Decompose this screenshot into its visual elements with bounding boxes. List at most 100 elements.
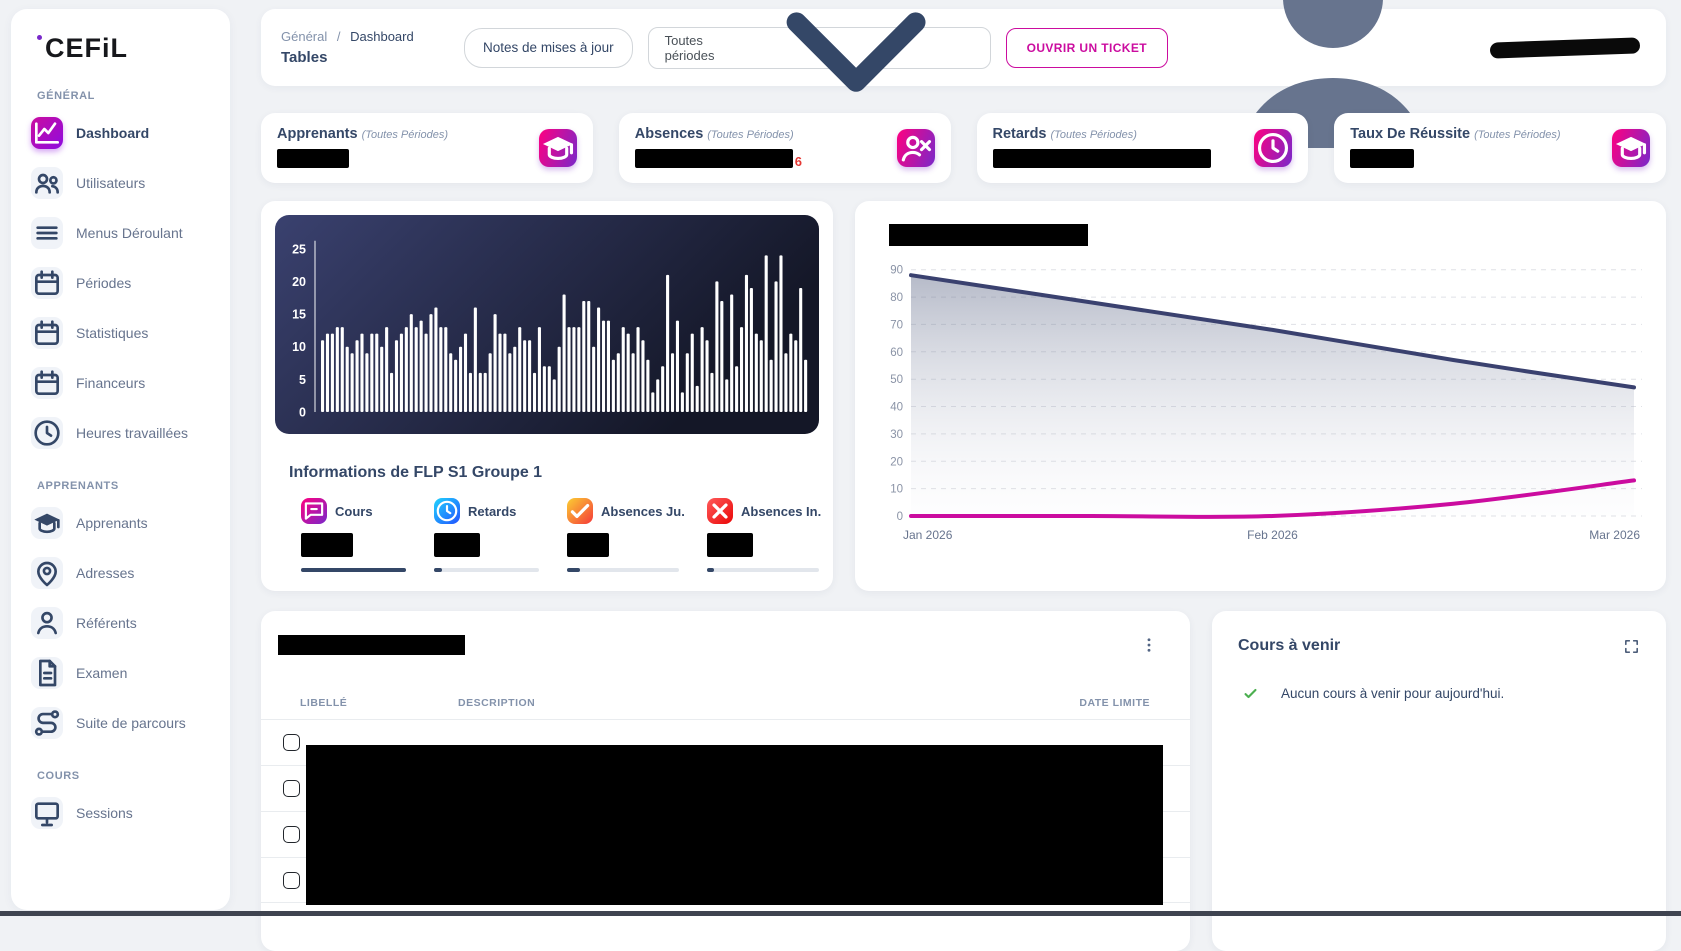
stat-sublabel: (Toutes Périodes) <box>707 129 793 141</box>
bar-chart-svg: 0510152025 <box>275 215 819 434</box>
stat-label: Taux De Réussite(Toutes Périodes) <box>1350 126 1560 142</box>
row-checkbox[interactable] <box>283 734 300 751</box>
svg-text:20: 20 <box>890 456 903 468</box>
users-icon <box>31 167 63 199</box>
metric-label: Absences Ju. <box>601 504 685 519</box>
breadcrumb-root[interactable]: Général <box>281 29 327 44</box>
kebab-menu-icon[interactable] <box>1140 636 1158 654</box>
clock-icon <box>434 498 460 524</box>
sidebar-item-apprenants[interactable]: Apprenants <box>23 502 218 544</box>
breadcrumb-separator: / <box>337 29 341 44</box>
metric-absences-in: Absences In. <box>707 498 819 572</box>
sidebar-item-adresses[interactable]: Adresses <box>23 552 218 594</box>
metric-progress <box>567 568 679 572</box>
svg-text:25: 25 <box>292 242 306 256</box>
svg-text:0: 0 <box>897 511 903 523</box>
sidebar-item-label: Menus Déroulant <box>76 225 183 241</box>
sidebar-section-cours: COURS <box>37 770 218 782</box>
check-icon <box>567 498 593 524</box>
main-content: Général / Dashboard Tables Notes de mise… <box>261 9 1666 951</box>
column-description: DESCRIPTION <box>458 697 1079 709</box>
clock-icon <box>1254 129 1292 167</box>
period-select[interactable]: Toutes périodes <box>648 27 991 69</box>
upcoming-empty-state: Aucun cours à venir pour aujourd'hui. <box>1238 685 1640 702</box>
sidebar-item-periodes[interactable]: Périodes <box>23 262 218 304</box>
graduation-icon <box>1612 129 1650 167</box>
svg-text:0: 0 <box>299 406 306 420</box>
sidebar-item-examen[interactable]: Examen <box>23 652 218 694</box>
stat-label: Retards(Toutes Périodes) <box>993 126 1211 142</box>
svg-text:60: 60 <box>890 347 903 359</box>
redacted-table-title <box>278 635 465 655</box>
sidebar-item-label: Dashboard <box>76 125 149 141</box>
sidebar-item-utilisateurs[interactable]: Utilisateurs <box>23 162 218 204</box>
sidebar-item-heures-travaillees[interactable]: Heures travaillées <box>23 412 218 454</box>
sidebar-item-label: Heures travaillées <box>76 425 188 441</box>
svg-text:10: 10 <box>292 340 306 354</box>
svg-text:5: 5 <box>299 373 306 387</box>
metric-progress-fill <box>301 568 406 572</box>
sidebar-item-financeurs[interactable]: Financeurs <box>23 362 218 404</box>
metric-progress-fill <box>707 568 714 572</box>
redacted-metric-value <box>707 533 753 557</box>
svg-text:40: 40 <box>890 402 903 414</box>
svg-text:80: 80 <box>890 292 903 304</box>
calendar-icon <box>31 267 63 299</box>
breadcrumb-current[interactable]: Dashboard <box>350 29 414 44</box>
open-ticket-button[interactable]: OUVRIR UN TICKET <box>1006 28 1168 68</box>
chart-line-icon <box>31 117 63 149</box>
metric-label: Absences In. <box>741 504 821 519</box>
redacted-stat-value <box>635 149 793 168</box>
sidebar-item-suite-de-parcours[interactable]: Suite de parcours <box>23 702 218 744</box>
graduation-icon <box>539 129 577 167</box>
sidebar-item-referents[interactable]: Référents <box>23 602 218 644</box>
stat-value <box>1350 149 1560 168</box>
charts-row: 0510152025 Informations de FLP S1 Groupe… <box>261 201 1666 591</box>
sidebar-item-statistiques[interactable]: Statistiques <box>23 312 218 354</box>
sidebar-item-label: Adresses <box>76 565 134 581</box>
redacted-stat-value <box>277 149 349 168</box>
sidebar-item-label: Financeurs <box>76 375 145 391</box>
pin-icon <box>31 557 63 589</box>
sidebar-item-label: Suite de parcours <box>76 715 186 731</box>
notes-button[interactable]: Notes de mises à jour <box>464 28 633 68</box>
presentation-icon <box>31 797 63 829</box>
svg-text:20: 20 <box>292 275 306 289</box>
x-icon <box>707 498 733 524</box>
row-checkbox[interactable] <box>283 780 300 797</box>
calendar-icon <box>31 317 63 349</box>
table-header <box>261 635 1190 655</box>
graduation-icon <box>31 507 63 539</box>
hours-bar-chart: 0510152025 <box>275 215 819 434</box>
stat-value: 6 <box>635 149 802 168</box>
sidebar-section-general: GÉNÉRAL <box>37 90 218 102</box>
upcoming-courses-card: Cours à venir Aucun cours à venir pour a… <box>1212 611 1666 951</box>
chat-icon <box>301 498 327 524</box>
user-x-icon <box>897 129 935 167</box>
column-libelle: LIBELLÉ <box>300 697 458 709</box>
breadcrumb: Général / Dashboard Tables <box>281 29 414 66</box>
expand-icon[interactable] <box>1623 638 1640 655</box>
file-icon <box>31 657 63 689</box>
sidebar-nav: GÉNÉRAL Dashboard Utilisateurs Menus Déroul… <box>23 90 218 834</box>
sidebar-item-label: Examen <box>76 665 127 681</box>
bottom-row: LIBELLÉ DESCRIPTION DATE LIMITE Cours à … <box>261 611 1666 951</box>
metric-label: Retards <box>468 504 516 519</box>
sidebar-item-dashboard[interactable]: Dashboard <box>23 112 218 154</box>
svg-text:Feb 2026: Feb 2026 <box>1247 528 1298 542</box>
sidebar-item-sessions[interactable]: Sessions <box>23 792 218 834</box>
sidebar-item-label: Statistiques <box>76 325 148 341</box>
stat-card-apprenants: Apprenants(Toutes Périodes) <box>261 113 593 183</box>
stat-sublabel: (Toutes Périodes) <box>1474 129 1560 141</box>
sidebar-item-menus-deroulant[interactable]: Menus Déroulant <box>23 212 218 254</box>
row-checkbox[interactable] <box>283 872 300 889</box>
check-icon <box>1242 685 1259 702</box>
sidebar-section-apprenants: APPRENANTS <box>37 480 218 492</box>
upcoming-empty-message: Aucun cours à venir pour aujourd'hui. <box>1281 686 1504 701</box>
row-checkbox[interactable] <box>283 826 300 843</box>
svg-text:50: 50 <box>890 374 903 386</box>
redacted-stat-value <box>993 149 1211 168</box>
line-chart-svg: 0102030405060708090Jan 2026Feb 2026Mar 2… <box>875 246 1646 546</box>
svg-text:10: 10 <box>890 484 903 496</box>
sidebar-item-label: Apprenants <box>76 515 148 531</box>
